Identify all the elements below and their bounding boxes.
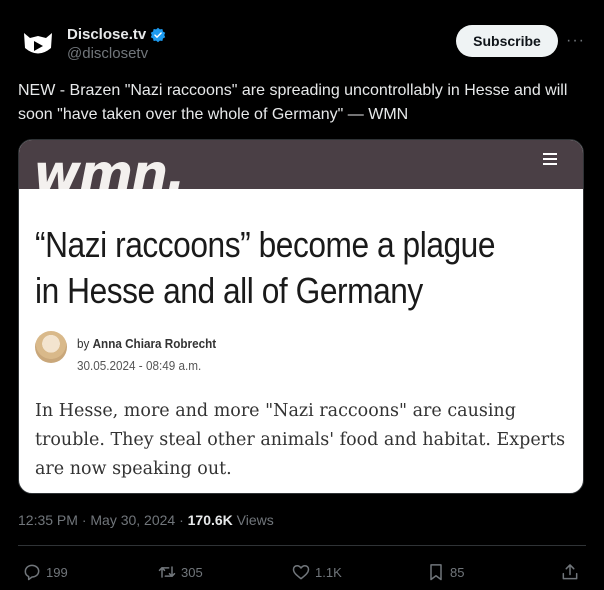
display-name[interactable]: Disclose.tv	[67, 26, 146, 43]
repost-icon	[158, 566, 176, 578]
reply-count: 199	[46, 564, 68, 580]
heart-icon	[292, 565, 310, 580]
like-count: 1.1K	[315, 564, 342, 580]
wmn-logo: wmn.	[33, 144, 186, 189]
profile-avatar[interactable]	[18, 24, 58, 64]
display-name-link[interactable]: Disclose.tv	[67, 26, 166, 43]
views-count: 170.6K	[187, 512, 233, 528]
verified-badge-icon	[151, 27, 166, 42]
card-header: wmn.	[19, 140, 583, 189]
share-button[interactable]	[560, 562, 580, 582]
article-date: 30.05.2024 - 08:49 a.m.	[77, 358, 202, 373]
hamburger-menu-icon	[543, 153, 557, 168]
share-icon	[562, 564, 578, 580]
divider	[18, 545, 586, 546]
author-byline: by Anna Chiara Robrecht	[77, 336, 216, 351]
author-prefix: by	[77, 336, 93, 351]
author-name: Anna Chiara Robrecht	[92, 336, 217, 351]
tweet-meta: 12:35 PM · May 30, 2024 · 170.6K Views	[18, 512, 274, 528]
article-lead: In Hesse, more and more "Nazi raccoons" …	[35, 401, 566, 479]
bookmark-count: 85	[450, 564, 465, 580]
article-headline: “Nazi raccoons” become a plague in Hesse…	[35, 224, 496, 311]
reply-button[interactable]: 199	[22, 562, 68, 582]
more-options-icon[interactable]: ···	[566, 32, 586, 49]
disclose-logo-icon	[24, 33, 52, 54]
tweet-timestamp[interactable]: 12:35 PM · May 30, 2024 ·	[18, 512, 188, 528]
subscribe-button[interactable]: Subscribe	[456, 25, 558, 57]
tweet-text: NEW - Brazen "Nazi raccoons" are spreadi…	[18, 82, 568, 123]
account-handle[interactable]: @disclosetv	[67, 45, 166, 62]
bookmark-button[interactable]: 85	[426, 562, 464, 582]
account-info: Disclose.tv @disclosetv	[67, 26, 166, 62]
repost-button[interactable]: 305	[157, 562, 203, 582]
like-button[interactable]: 1.1K	[291, 562, 342, 582]
article-card[interactable]: wmn. “Nazi raccoons” become a plague in …	[18, 139, 584, 494]
repost-count: 305	[181, 564, 203, 580]
reply-icon	[24, 564, 40, 581]
views-label: Views	[232, 512, 274, 528]
author-avatar	[35, 331, 67, 363]
bookmark-icon	[430, 564, 442, 581]
